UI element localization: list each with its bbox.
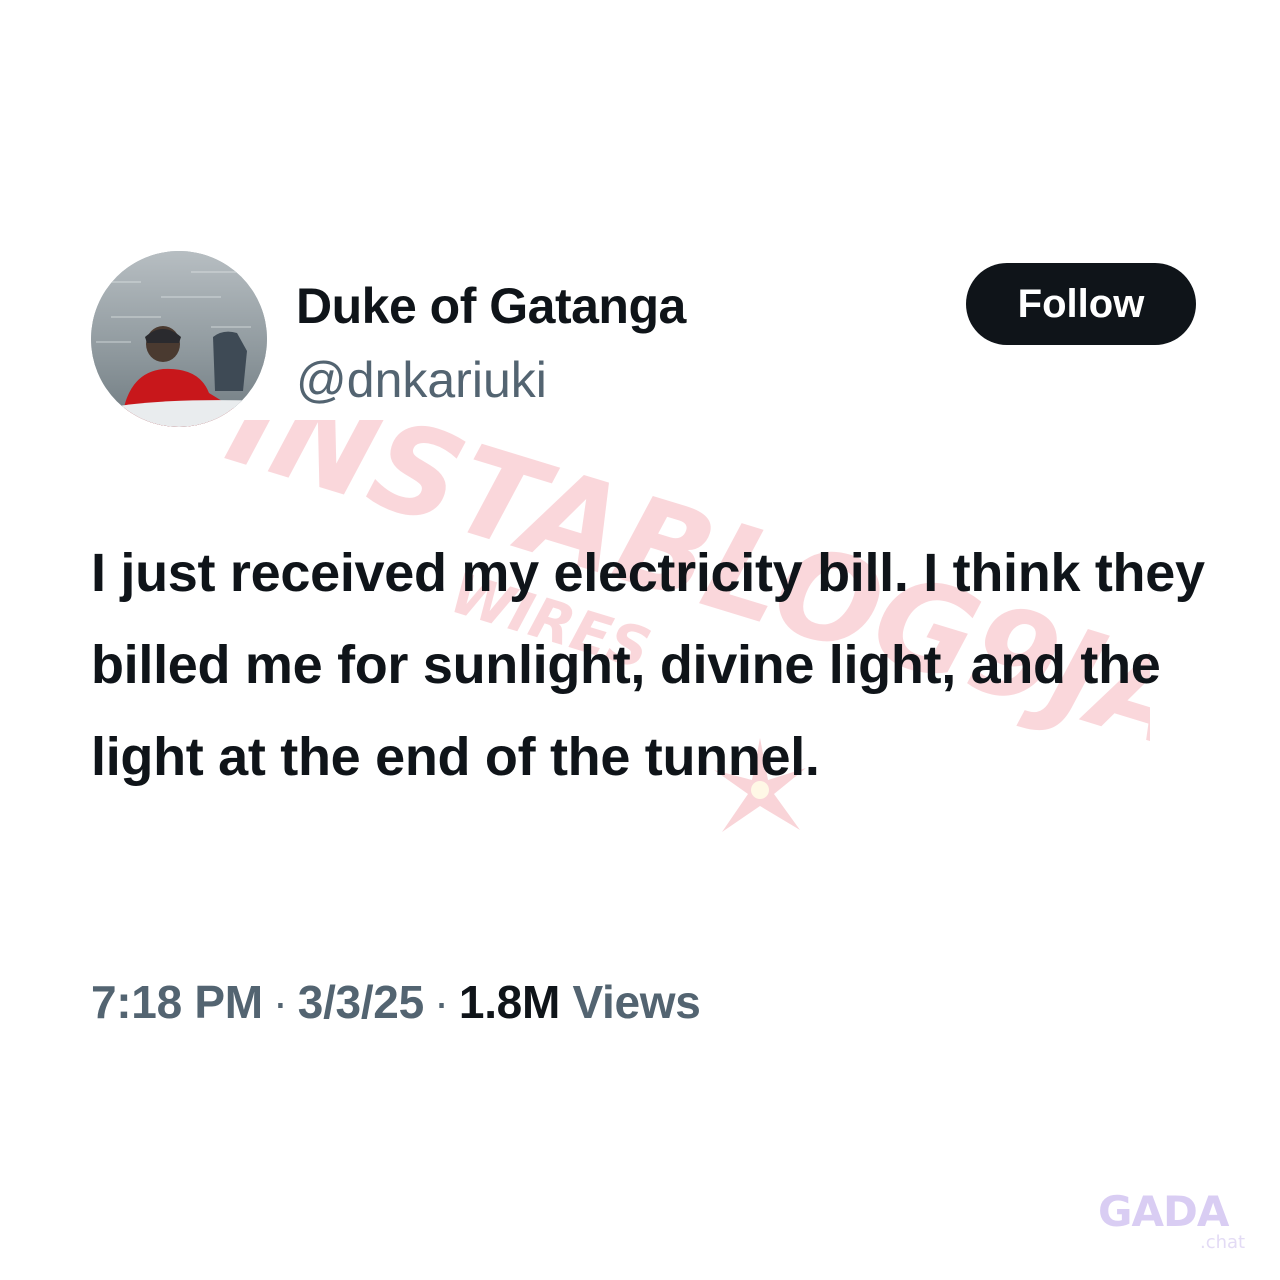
views-count: 1.8M bbox=[458, 976, 560, 1028]
follow-button[interactable]: Follow bbox=[966, 263, 1196, 345]
logo-brand: GADA bbox=[1098, 1188, 1230, 1236]
tweet-time[interactable]: 7:18 PM bbox=[91, 976, 263, 1028]
separator: · bbox=[433, 976, 449, 1028]
display-name[interactable]: Duke of Gatanga bbox=[296, 276, 686, 336]
tweet-meta: 7:18 PM · 3/3/25 · 1.8M Views bbox=[91, 972, 701, 1032]
tweet-date[interactable]: 3/3/25 bbox=[298, 976, 424, 1028]
avatar-photo bbox=[91, 251, 267, 427]
logo-suffix: .chat bbox=[1200, 1232, 1245, 1252]
gada-logo: GADA .chat bbox=[1098, 1188, 1245, 1252]
user-handle[interactable]: @dnkariuki bbox=[296, 350, 547, 410]
separator: · bbox=[272, 976, 288, 1028]
tweet-text: I just received my electricity bill. I t… bbox=[91, 543, 1205, 787]
views-label: Views bbox=[572, 976, 701, 1028]
avatar[interactable] bbox=[91, 251, 267, 427]
